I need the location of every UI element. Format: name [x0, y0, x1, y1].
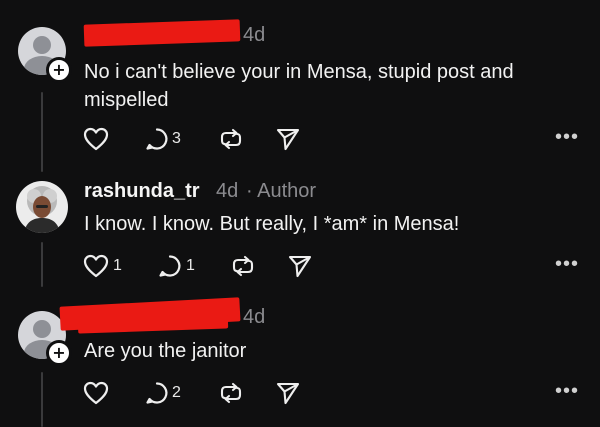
- heart-icon[interactable]: [83, 254, 109, 278]
- follow-plus-icon[interactable]: +: [46, 57, 72, 83]
- speech-bubble-icon[interactable]: [145, 381, 169, 405]
- thread-line: [41, 92, 43, 172]
- reply-count: 2: [172, 384, 181, 401]
- repost-icon[interactable]: [218, 127, 244, 151]
- more-options-icon[interactable]: •••: [555, 126, 579, 149]
- heart-icon[interactable]: [83, 381, 109, 405]
- author-tag: · Author: [246, 180, 317, 202]
- comment-time: 4d: [243, 24, 266, 46]
- repost-icon[interactable]: [218, 381, 244, 405]
- comment-text: No i can't believe your in Mensa, stupid…: [84, 61, 514, 111]
- send-icon[interactable]: [275, 127, 301, 151]
- repost-icon[interactable]: [230, 254, 256, 278]
- reply-count: 3: [172, 130, 181, 147]
- redacted-username: [83, 19, 241, 47]
- like-count: 1: [113, 257, 122, 274]
- more-options-icon[interactable]: •••: [555, 253, 579, 276]
- username[interactable]: rashunda_tr: [84, 180, 200, 203]
- follow-plus-icon[interactable]: +: [46, 340, 72, 366]
- comment-time: 4d: [243, 306, 266, 328]
- speech-bubble-icon[interactable]: [145, 127, 169, 151]
- thread-line: [41, 372, 43, 427]
- heart-icon[interactable]: [83, 127, 109, 151]
- send-icon[interactable]: [275, 381, 301, 405]
- send-icon[interactable]: [287, 254, 313, 278]
- avatar[interactable]: [16, 181, 68, 233]
- speech-bubble-icon[interactable]: [158, 254, 182, 278]
- comment-time: 4d: [216, 180, 239, 202]
- more-options-icon[interactable]: •••: [555, 380, 579, 403]
- comment-text: I know. I know. But really, I *am* in Me…: [84, 213, 460, 235]
- thread-line: [41, 242, 43, 287]
- reply-count: 1: [186, 257, 195, 274]
- comment-text: Are you the janitor: [84, 340, 247, 362]
